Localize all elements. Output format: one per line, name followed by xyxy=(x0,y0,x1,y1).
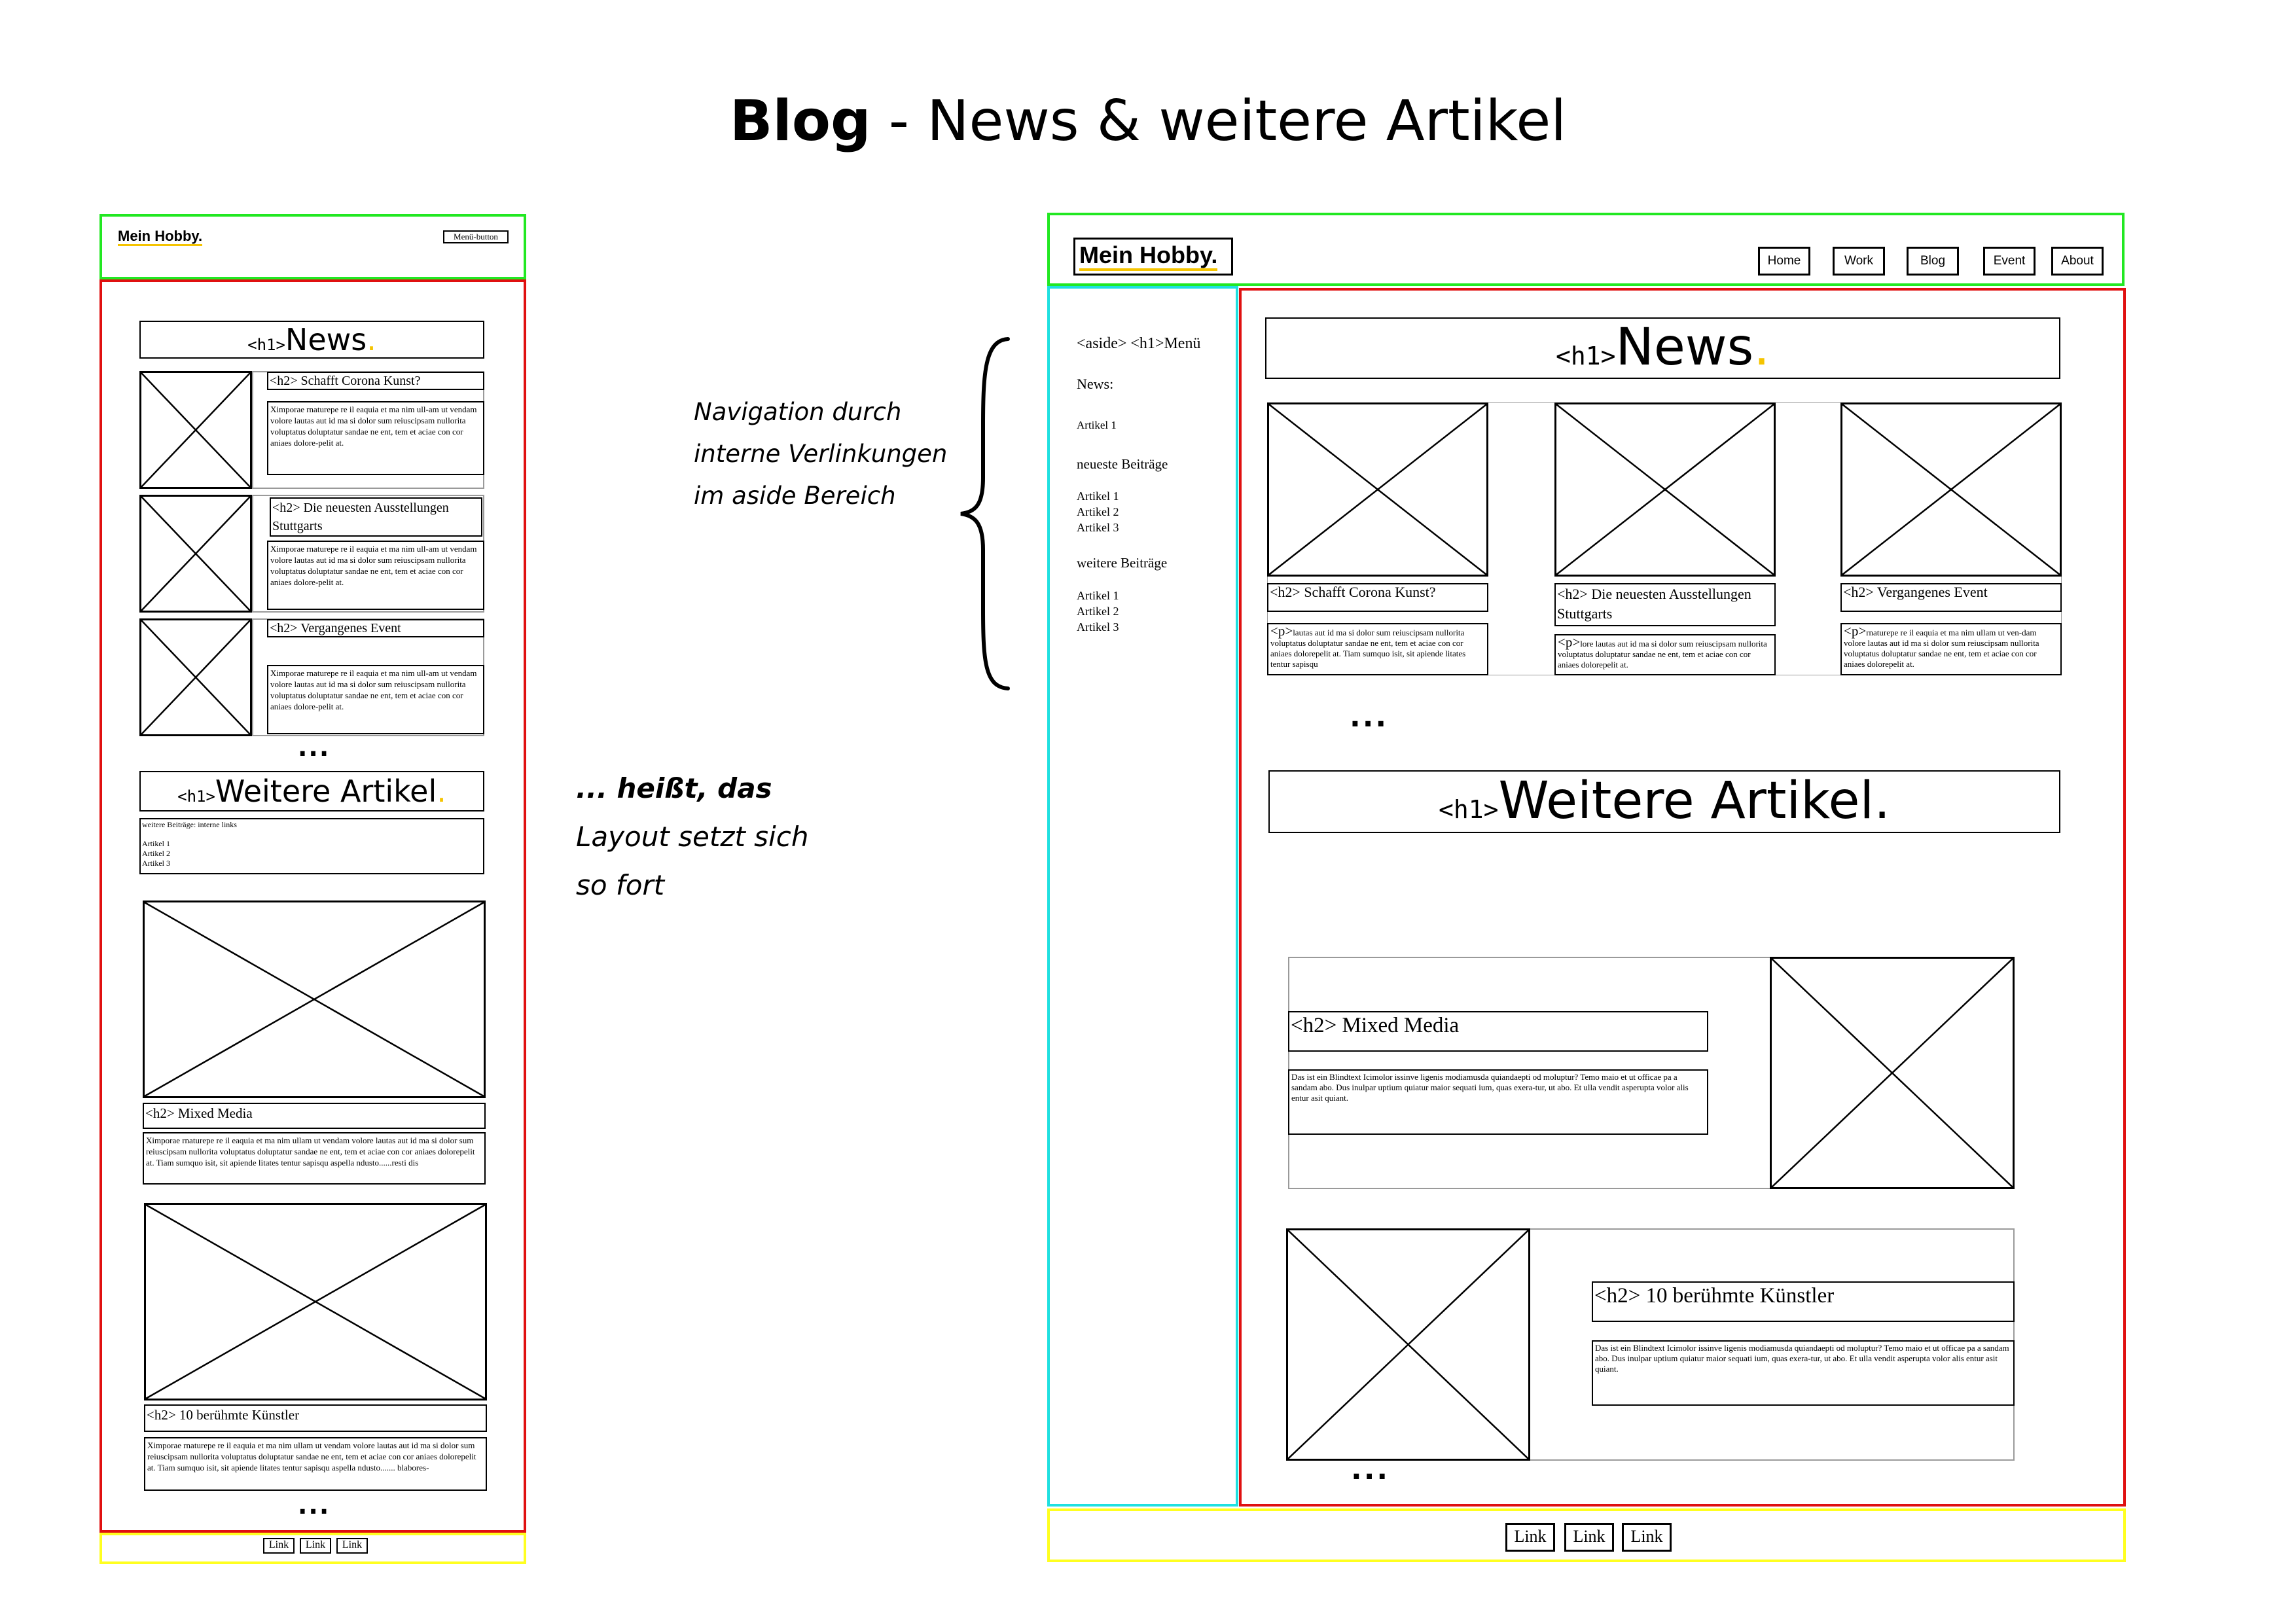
desktop-card-3-image xyxy=(1840,402,2062,577)
desktop-kuenstler-h2: <h2> 10 berühmte Künstler xyxy=(1592,1281,2015,1322)
mobile-mixed-media-h2: <h2> Mixed Media xyxy=(143,1103,486,1129)
aside-newest-link-2[interactable]: Artikel 2 xyxy=(1077,505,1119,519)
desktop-card-1-h2: <h2> Schafft Corona Kunst? xyxy=(1267,583,1488,612)
mobile-link-2[interactable]: Artikel 2 xyxy=(142,849,482,859)
mobile-more-h1: <h1>Weitere Artikel. xyxy=(139,771,484,812)
desktop-news-h1: <h1>News. xyxy=(1265,317,2060,379)
desktop-logo-text: Mein Hobby. xyxy=(1079,241,1218,271)
mobile-internal-links: weitere Beiträge: interne links Artikel … xyxy=(139,818,484,874)
aside-more-link-1[interactable]: Artikel 1 xyxy=(1077,589,1119,603)
desktop-ellipsis-2: ... xyxy=(1351,1453,1390,1486)
aside-newest-link-3[interactable]: Artikel 3 xyxy=(1077,521,1119,535)
mobile-article-3-h2: <h2> Vergangenes Event xyxy=(267,619,484,637)
desktop-kuenstler-image xyxy=(1286,1228,1530,1461)
desktop-logo[interactable]: Mein Hobby. xyxy=(1073,238,1233,276)
desktop-more-h1: <h1>Weitere Artikel. xyxy=(1268,770,2060,833)
page-title-rest: - News & weitere Artikel xyxy=(870,88,1567,154)
mobile-news-h1: <h1>News. xyxy=(139,321,484,359)
mobile-kuenstler-image xyxy=(144,1203,487,1400)
nav-annotation: Navigation durch interne Verlinkungen im… xyxy=(694,398,948,510)
desktop-kuenstler-text: Das ist ein Blindtext Icimolor issinve l… xyxy=(1592,1340,2015,1406)
mobile-footer-link-2[interactable]: Link xyxy=(300,1538,331,1554)
mobile-article-3-image xyxy=(139,618,252,736)
aside-newest-label: neueste Beiträge xyxy=(1077,456,1168,472)
mobile-kuenstler-text: Ximporae rnaturepe re il eaquia et ma ni… xyxy=(144,1437,487,1491)
page-title: Blog - News & weitere Artikel xyxy=(0,85,2296,157)
nav-event-button[interactable]: Event xyxy=(1983,247,2036,276)
mobile-mixed-media-image xyxy=(143,901,486,1098)
nav-home-button[interactable]: Home xyxy=(1758,247,1810,276)
desktop-footer-link-3[interactable]: Link xyxy=(1622,1523,1672,1552)
desktop-footer-link-2[interactable]: Link xyxy=(1564,1523,1614,1552)
desktop-card-2-p: <p>lore lautas aut id ma si dolor sum re… xyxy=(1554,634,1776,675)
dots-annotation: ... heißt, das Layout setzt sich so fort xyxy=(576,772,809,901)
mobile-article-3-text: Ximporae rnaturepe re il eaquia et ma ni… xyxy=(267,665,484,734)
aside-more-link-2[interactable]: Artikel 2 xyxy=(1077,605,1119,618)
mobile-footer-link-1[interactable]: Link xyxy=(263,1538,295,1554)
mobile-mixed-media-text: Ximporae rnaturepe re il eaquia et ma ni… xyxy=(143,1132,486,1185)
page-title-bold: Blog xyxy=(729,88,871,154)
mobile-link-3[interactable]: Artikel 3 xyxy=(142,859,482,868)
mobile-kuenstler-h2: <h2> 10 berühmte Künstler xyxy=(144,1404,487,1432)
mobile-logo[interactable]: Mein Hobby. xyxy=(118,228,203,246)
mobile-article-2-h2: <h2> Die neuesten Ausstellungen Stuttgar… xyxy=(270,497,482,537)
desktop-ellipsis: ... xyxy=(1350,700,1389,734)
mobile-article-1-image xyxy=(139,371,252,489)
aside-more-label: weitere Beiträge xyxy=(1077,555,1168,571)
mobile-article-2-text: Ximporae rnaturepe re il eaquia et ma ni… xyxy=(267,541,484,610)
desktop-mixed-media-text: Das ist ein Blindtext Icimolor issinve l… xyxy=(1288,1069,1708,1135)
desktop-card-1-p: <p>lautas aut id ma si dolor sum reiusci… xyxy=(1267,623,1488,675)
mobile-article-1-text: Ximporae rnaturepe re il eaquia et ma ni… xyxy=(267,401,484,475)
desktop-card-2-image xyxy=(1554,402,1776,577)
nav-blog-button[interactable]: Blog xyxy=(1907,247,1959,276)
mobile-ellipsis: ... xyxy=(298,733,331,762)
aside-news-link-1[interactable]: Artikel 1 xyxy=(1077,419,1117,432)
aside-heading: <aside> <h1>Menü xyxy=(1077,335,1201,352)
curly-brace-icon xyxy=(960,337,1010,690)
nav-work-button[interactable]: Work xyxy=(1833,247,1885,276)
mobile-article-1-h2: <h2> Schafft Corona Kunst? xyxy=(267,372,484,390)
aside-newest-link-1[interactable]: Artikel 1 xyxy=(1077,490,1119,503)
nav-about-button[interactable]: About xyxy=(2051,247,2104,276)
mobile-links-title: weitere Beiträge: interne links xyxy=(142,820,237,829)
desktop-card-3-h2: <h2> Vergangenes Event xyxy=(1840,583,2062,612)
desktop-footer-link-1[interactable]: Link xyxy=(1505,1523,1555,1552)
desktop-mixed-media-image xyxy=(1770,957,2015,1189)
desktop-mixed-media-h2: <h2> Mixed Media xyxy=(1288,1011,1708,1052)
mobile-logo-text: Mein Hobby. xyxy=(118,228,203,246)
desktop-card-3-p: <p>rnaturepe re il eaquia et ma nim ulla… xyxy=(1840,623,2062,675)
aside-more-link-3[interactable]: Artikel 3 xyxy=(1077,620,1119,634)
desktop-card-2-h2: <h2> Die neuesten Ausstellungen Stuttgar… xyxy=(1554,583,1776,626)
desktop-card-1-image xyxy=(1267,402,1488,577)
mobile-menu-button[interactable]: Menü-button xyxy=(443,230,509,243)
mobile-ellipsis-2: ... xyxy=(298,1491,331,1520)
aside-news-label: News: xyxy=(1077,376,1114,392)
mobile-link-1[interactable]: Artikel 1 xyxy=(142,839,482,849)
mobile-footer-link-3[interactable]: Link xyxy=(336,1538,368,1554)
mobile-article-2-image xyxy=(139,495,252,613)
mobile-header-region xyxy=(99,214,526,279)
